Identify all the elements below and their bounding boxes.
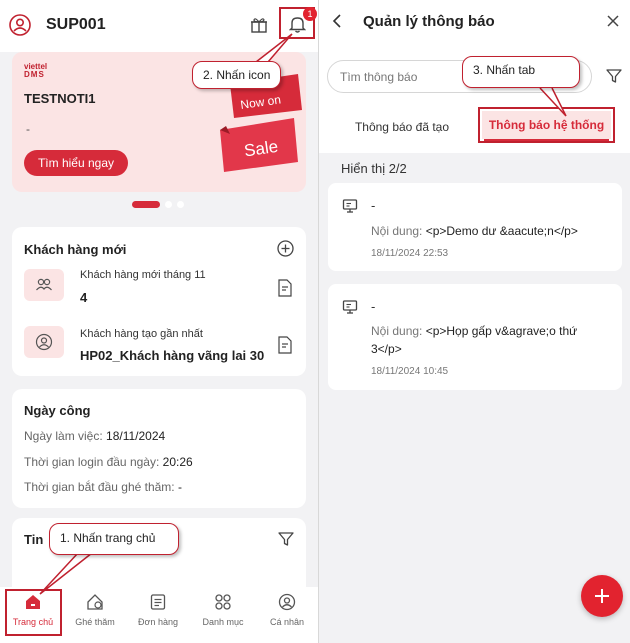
add-notification-button[interactable] bbox=[581, 575, 623, 617]
user-circle-icon-box bbox=[24, 326, 64, 358]
result-count: Hiển thị 2/2 bbox=[341, 161, 407, 176]
notification-content: Nội dung: <p>Họp gấp v&agrave;o thứ 3</p… bbox=[371, 322, 611, 358]
monitor-icon bbox=[342, 199, 358, 213]
new-customers-card: Khách hàng mới Khách hàng mới tháng 11 4 bbox=[12, 227, 306, 376]
callout-step3: 3. Nhấn tab bbox=[462, 56, 580, 88]
home-header: SUP001 1 bbox=[0, 0, 318, 52]
grid-icon bbox=[215, 594, 231, 610]
filter-icon[interactable] bbox=[278, 531, 294, 547]
order-icon bbox=[150, 594, 166, 610]
first-login-line: Thời gian login đầu ngày: 20:26 bbox=[24, 455, 193, 469]
plus-icon bbox=[595, 589, 609, 603]
nav-profile-label: Cá nhân bbox=[269, 617, 305, 627]
notification-time: 18/11/2024 22:53 bbox=[371, 248, 449, 259]
users-icon bbox=[36, 278, 52, 291]
workday-date-value: 18/11/2024 bbox=[106, 429, 166, 443]
filter-icon[interactable] bbox=[606, 68, 622, 84]
visit-start-value: - bbox=[177, 480, 182, 494]
nav-orders-label: Đơn hàng bbox=[138, 617, 178, 627]
users-icon-box bbox=[24, 269, 64, 301]
customer-stat-value: 4 bbox=[80, 290, 88, 305]
customer-stat-label: Khách hàng tạo gần nhất bbox=[80, 328, 203, 340]
tab-system-notifications-highlight: Thông báo hệ thống bbox=[478, 107, 615, 143]
nav-profile[interactable]: Cá nhân bbox=[257, 587, 317, 643]
notification-item[interactable]: - Nội dung: <p>Demo dư &aacute;n</p> 18/… bbox=[328, 183, 622, 271]
notification-bell-button[interactable]: 1 bbox=[279, 7, 317, 39]
banner-subtitle: - bbox=[26, 122, 30, 136]
content-label: Nội dung: bbox=[371, 324, 426, 338]
notification-item[interactable]: - Nội dung: <p>Họp gấp v&agrave;o thứ 3<… bbox=[328, 284, 622, 390]
monitor-icon bbox=[342, 300, 358, 314]
content-label: Nội dung: bbox=[371, 224, 426, 238]
report-doc-icon[interactable] bbox=[277, 336, 293, 354]
home-tab-highlight-box bbox=[5, 589, 62, 636]
gift-icon[interactable] bbox=[250, 16, 268, 34]
nav-visit[interactable]: Ghé thăm bbox=[65, 587, 125, 643]
notification-time: 18/11/2024 10:45 bbox=[371, 366, 449, 377]
workday-title: Ngày công bbox=[24, 403, 91, 418]
nav-catalog-label: Danh mục bbox=[202, 617, 244, 627]
callout-step2: 2. Nhấn icon bbox=[192, 61, 282, 89]
callout-step1: 1. Nhấn trang chủ bbox=[49, 523, 179, 555]
workday-date-label: Ngày làm việc: bbox=[24, 429, 107, 443]
content-value: <p>Demo dư &aacute;n</p> bbox=[425, 224, 578, 238]
active-tab-underline bbox=[484, 139, 609, 141]
brand-logo-line2: DMS bbox=[24, 70, 45, 79]
carousel-dot-active[interactable] bbox=[132, 201, 160, 208]
close-icon[interactable] bbox=[606, 14, 620, 28]
tab-system-notifications[interactable]: Thông báo hệ thống bbox=[482, 111, 611, 139]
visit-start-line: Thời gian bắt đầu ghé thăm: - bbox=[24, 480, 182, 494]
carousel-dot[interactable] bbox=[177, 201, 184, 208]
notification-content: Nội dung: <p>Demo dư &aacute;n</p> bbox=[371, 222, 611, 240]
banner-title: TESTNOTI1 bbox=[24, 91, 96, 106]
add-circle-icon[interactable] bbox=[277, 240, 294, 257]
user-code: SUP001 bbox=[46, 16, 106, 33]
profile-icon bbox=[278, 593, 296, 611]
notification-header: Quản lý thông báo bbox=[319, 0, 630, 45]
notification-title: - bbox=[371, 299, 376, 314]
back-chevron-icon[interactable] bbox=[331, 13, 343, 29]
visit-icon bbox=[87, 594, 103, 610]
learn-more-button[interactable]: Tìm hiểu ngay bbox=[24, 150, 128, 176]
page-title: Quản lý thông báo bbox=[363, 13, 495, 30]
tab-created-notifications[interactable]: Thông báo đã tạo bbox=[327, 110, 477, 144]
first-login-value: 20:26 bbox=[162, 455, 193, 469]
workday-card: Ngày công Ngày làm việc: 18/11/2024 Thời… bbox=[12, 389, 306, 508]
workday-date-line: Ngày làm việc: 18/11/2024 bbox=[24, 429, 165, 443]
customer-stat-value: HP02_Khách hàng vãng lai 30 bbox=[80, 348, 265, 363]
customer-stat-label: Khách hàng mới tháng 11 bbox=[80, 269, 206, 281]
nav-catalog[interactable]: Danh mục bbox=[193, 587, 253, 643]
first-login-label: Thời gian login đầu ngày: bbox=[24, 455, 163, 469]
nav-visit-label: Ghé thăm bbox=[75, 617, 115, 627]
user-circle-icon bbox=[35, 333, 53, 351]
report-doc-icon[interactable] bbox=[277, 279, 293, 297]
visit-start-label: Thời gian bắt đầu ghé thăm: bbox=[24, 480, 178, 494]
notification-title: - bbox=[371, 198, 376, 213]
news-title: Tin bbox=[24, 532, 44, 547]
new-customers-title: Khách hàng mới bbox=[24, 242, 127, 257]
notification-badge: 1 bbox=[303, 7, 317, 21]
carousel-dot[interactable] bbox=[165, 201, 172, 208]
user-avatar-icon[interactable] bbox=[9, 14, 31, 36]
notification-management-screen: Quản lý thông báo Thông báo đã tạo Thông… bbox=[319, 0, 630, 643]
nav-orders[interactable]: Đơn hàng bbox=[128, 587, 188, 643]
